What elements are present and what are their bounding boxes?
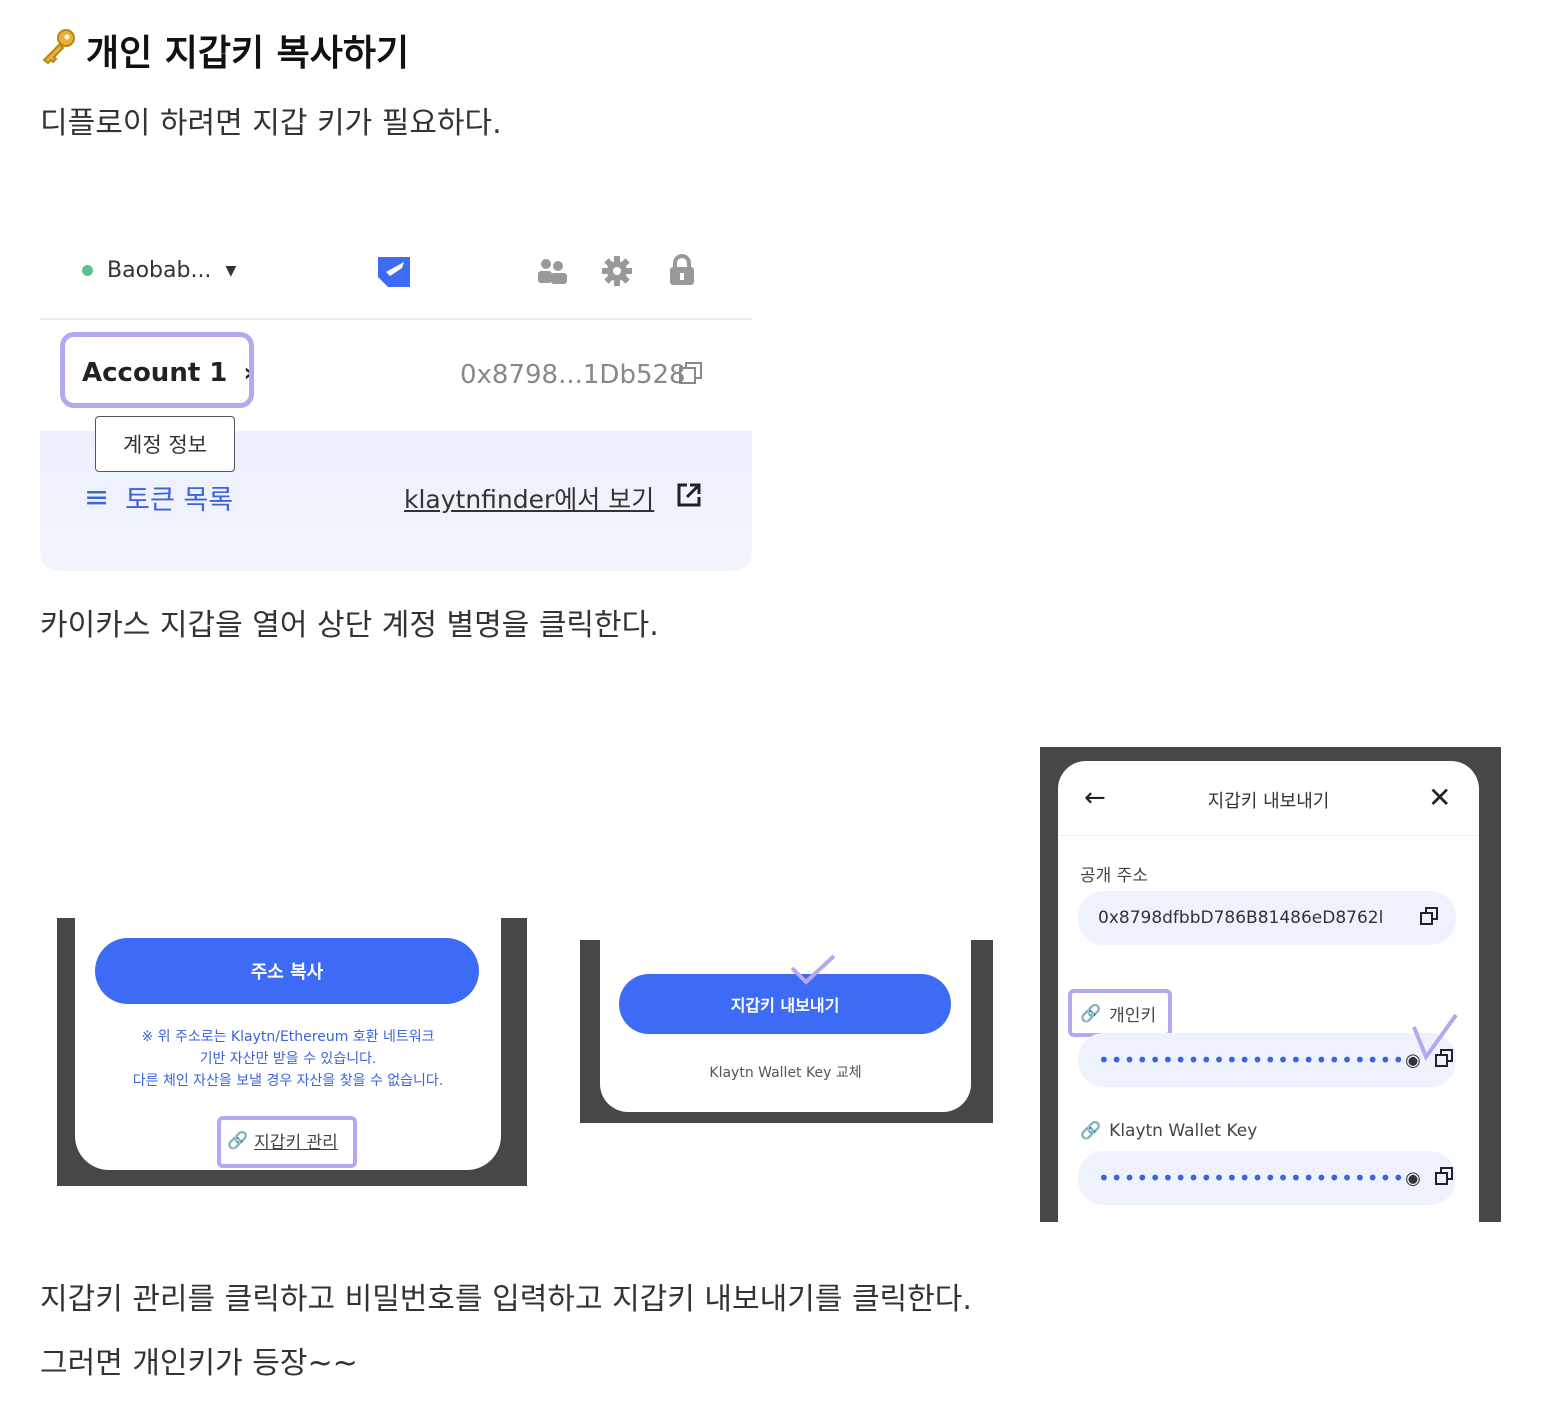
manage-keys-highlight <box>217 1116 357 1168</box>
copy-address-button[interactable]: 주소 복사 <box>95 938 479 1004</box>
notice-line-1: ※ 위 주소로는 Klaytn/Ethereum 호환 네트워크 <box>141 1029 435 1045</box>
account-info-tooltip: 계정 정보 <box>95 416 235 472</box>
checkmark-annotation <box>1412 1013 1458 1069</box>
close-icon[interactable]: ✕ <box>1428 781 1451 814</box>
copy-icon[interactable] <box>1420 906 1438 930</box>
external-link-icon[interactable] <box>676 482 702 512</box>
paragraph-2: 카이카스 지갑을 열어 상단 계정 별명을 클릭한다. <box>40 608 659 643</box>
lock-icon[interactable] <box>668 254 696 290</box>
token-list-label: 토큰 목록 <box>125 485 234 516</box>
account-highlight <box>60 332 254 408</box>
chevron-down-icon: ▼ <box>225 262 237 279</box>
export-keys-card: ← 지갑키 내보내기 ✕ 공개 주소 0x8798dfbbD786B81486e… <box>1058 761 1479 1222</box>
private-key-field[interactable]: •••••••••••••••••••••••• ◉ <box>1078 1033 1456 1087</box>
public-address-label: 공개 주소 <box>1080 861 1148 886</box>
wallet-key-mask: •••••••••••••••••••••••• <box>1098 1166 1406 1190</box>
account-address: 0x8798...1Db528 <box>460 360 686 390</box>
replace-wallet-key-link[interactable]: Klaytn Wallet Key 교체 <box>600 1062 971 1082</box>
notice-line-3: 다른 체인 자산을 보낼 경우 자산을 찾을 수 없습니다. <box>132 1073 444 1089</box>
export-keys-screenshot: ← 지갑키 내보내기 ✕ 공개 주소 0x8798dfbbD786B81486e… <box>1040 747 1501 1222</box>
dialog-title: 지갑키 내보내기 <box>1207 791 1330 812</box>
token-list-link[interactable]: ≡ 토큰 목록 <box>84 478 233 517</box>
copy-icon[interactable] <box>1434 1166 1453 1190</box>
network-name: Baobab... <box>107 258 212 283</box>
wallet-key-label: 🔗 Klaytn Wallet Key <box>1080 1121 1257 1141</box>
paragraph-1: 디플로이 하려면 지갑 키가 필요하다. <box>40 106 502 141</box>
key-icon <box>40 27 78 74</box>
dialog-divider <box>1058 835 1479 836</box>
network-selector[interactable]: Baobab... ▼ <box>82 258 236 283</box>
export-panel-screenshot: 지갑키 내보내기 Klaytn Wallet Key 교체 <box>580 940 993 1123</box>
section-heading: 개인 지갑키 복사하기 <box>40 24 409 76</box>
network-status-dot <box>82 265 93 276</box>
people-icon[interactable] <box>536 256 570 290</box>
link-icon: 🔗 <box>1080 1121 1102 1141</box>
list-icon: ≡ <box>84 480 110 515</box>
paragraph-3: 지갑키 관리를 클릭하고 비밀번호를 입력하고 지갑키 내보내기를 클릭한다. <box>40 1282 972 1317</box>
address-card: 주소 복사 ※ 위 주소로는 Klaytn/Ethereum 호환 네트워크 기… <box>75 918 501 1170</box>
wallet-logo-icon <box>376 254 412 292</box>
copy-icon[interactable] <box>678 360 704 390</box>
compatibility-notice: ※ 위 주소로는 Klaytn/Ethereum 호환 네트워크 기반 자산만 … <box>75 1026 501 1092</box>
wallet-key-field[interactable]: •••••••••••••••••••••••• ◉ <box>1078 1151 1456 1205</box>
address-panel-screenshot: 주소 복사 ※ 위 주소로는 Klaytn/Ethereum 호환 네트워크 기… <box>57 918 527 1186</box>
eye-icon[interactable]: ◉ <box>1405 1168 1421 1189</box>
export-card: 지갑키 내보내기 Klaytn Wallet Key 교체 <box>600 940 971 1112</box>
private-key-highlight <box>1068 989 1172 1037</box>
public-address-value: 0x8798dfbbD786B81486eD8762l <box>1098 908 1384 928</box>
private-key-mask: •••••••••••••••••••••••• <box>1098 1048 1406 1072</box>
export-keys-button[interactable]: 지갑키 내보내기 <box>619 974 951 1034</box>
notice-line-2: 기반 자산만 받을 수 있습니다. <box>199 1051 377 1067</box>
address-text: 0x8798...1Db528 <box>460 360 686 390</box>
gear-icon[interactable] <box>601 255 633 291</box>
paragraph-4: 그러면 개인키가 등장~~ <box>40 1346 358 1381</box>
wallet-key-label-text: Klaytn Wallet Key <box>1109 1121 1258 1141</box>
checkmark-annotation <box>790 954 836 990</box>
kaikas-header-screenshot: Baobab... ▼ Account 1 › 0x8798...1Db528 계… <box>40 228 752 571</box>
section-heading-text: 개인 지갑키 복사하기 <box>86 33 410 74</box>
public-address-label-text: 공개 주소 <box>1080 866 1148 886</box>
header-divider <box>40 318 752 320</box>
klaytnfinder-link[interactable]: klaytnfinder에서 보기 <box>404 480 654 516</box>
public-address-field[interactable]: 0x8798dfbbD786B81486eD8762l <box>1078 891 1456 945</box>
